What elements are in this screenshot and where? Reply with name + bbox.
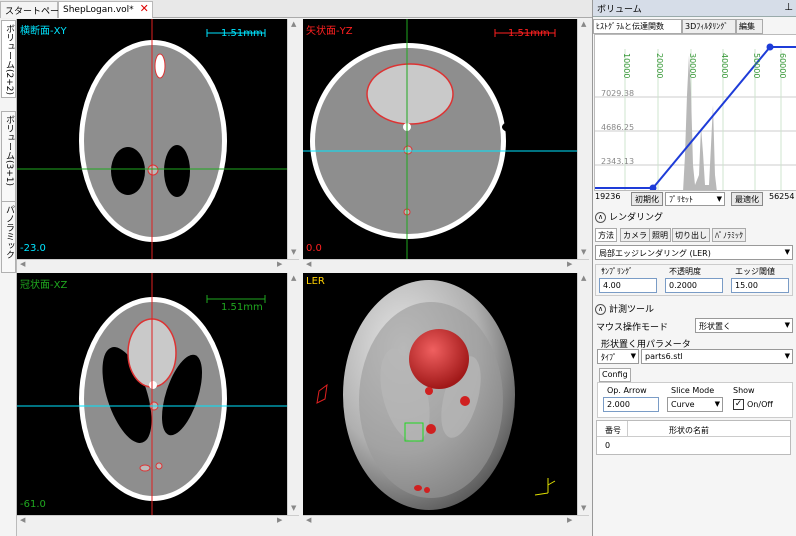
viewport-area: 横断面-XY 1.51mm -23.0 ▲ ▼ 矢状面-YZ 1.51mm 0.… (17, 19, 592, 530)
chevron-down-icon: ▼ (716, 195, 722, 203)
init-button[interactable]: 初期化 (631, 192, 663, 206)
render-3d-view[interactable]: LER (303, 273, 577, 515)
tab-edit[interactable]: 編集 (736, 19, 763, 34)
opacity-label: 不透明度 (669, 267, 701, 276)
histogram-max: 56254 (769, 192, 795, 201)
show-label: Show (733, 386, 755, 395)
column-divider (627, 421, 628, 436)
coronal-vscroll[interactable]: ▲ ▼ (287, 273, 299, 515)
y-tick: 7029.38 (601, 89, 635, 98)
tab-start-page[interactable]: スタートページ (0, 1, 68, 18)
type-select[interactable]: ﾀｲﾌﾟ ▼ (597, 349, 639, 364)
chevron-down-icon: ▼ (784, 352, 790, 360)
edge-threshold-input[interactable]: 15.00 (731, 278, 789, 293)
collapse-icon[interactable]: ∧ (595, 304, 606, 315)
optimize-button[interactable]: 最適化 (731, 192, 763, 206)
render-vscroll[interactable]: ▲ ▼ (577, 273, 589, 515)
column-header-number: 番号 (605, 426, 621, 435)
x-tick: 30000 (688, 53, 697, 79)
op-arrow-label: Op. Arrow (607, 386, 647, 395)
view-title: 冠状面-XZ (20, 280, 68, 291)
header-divider (597, 436, 790, 437)
x-tick: 20000 (655, 53, 664, 79)
tab-camera[interactable]: カメラ (620, 228, 650, 242)
table-row[interactable]: 0 (605, 441, 610, 450)
tab-histogram[interactable]: ﾋｽﾄｸﾞﾗﾑと伝達関数 (593, 19, 682, 34)
x-tick: 50000 (752, 53, 761, 79)
document-tab-bar: スタートページ ShepLogan.vol* ✕ (0, 0, 592, 18)
tab-crop[interactable]: 切り出し (672, 228, 710, 242)
chevron-down-icon: ▼ (784, 248, 790, 256)
shape-list-table[interactable]: 番号 形状の名前 0 (596, 420, 791, 455)
pin-icon[interactable]: ⊥ (784, 2, 793, 13)
chevron-down-icon: ▼ (784, 321, 790, 329)
tab-panoramic[interactable]: ﾊﾟﾉﾗﾐｯｸ (712, 228, 746, 242)
rendering-section-header[interactable]: ∧ レンダリング (595, 210, 663, 224)
collapse-icon[interactable]: ∧ (595, 212, 606, 223)
tab-3d-filtering[interactable]: 3Dﾌｨﾙﾀﾘﾝｸﾞ (682, 19, 736, 34)
sagittal-phantom (303, 19, 577, 259)
panel-title: ボリューム (597, 5, 642, 15)
sagittal-vscroll[interactable]: ▲ ▼ (577, 19, 589, 259)
histogram-min: 19236 (595, 192, 621, 201)
tab-lighting[interactable]: 照明 (649, 228, 671, 242)
shape-file-select[interactable]: parts6.stl ▼ (641, 349, 793, 364)
view-title: LER (306, 276, 325, 287)
mouse-mode-label: マウス操作モード (596, 323, 669, 333)
app-window: スタートページ ShepLogan.vol* ✕ ボリューム(2+2) ボリューム… (0, 0, 796, 536)
x-tick: 10000 (622, 53, 631, 79)
edge-threshold-label: エッジ閾値 (735, 267, 775, 276)
histogram-transfer-function[interactable]: 10000 20000 30000 40000 50000 60000 7029… (594, 34, 796, 191)
show-checkbox[interactable]: ✓ (733, 399, 744, 410)
render-hscroll[interactable]: ◀ ▶ (303, 515, 589, 525)
preset-select[interactable]: ﾌﾟﾘｾｯﾄ ▼ (665, 192, 725, 206)
show-toggle-label: On/Off (747, 400, 773, 409)
scale-label: 1.51mm (221, 28, 263, 39)
slice-position: 0.0 (306, 243, 322, 254)
x-tick: 60000 (778, 53, 787, 79)
slice-position: -23.0 (20, 243, 46, 254)
coronal-hscroll[interactable]: ◀ ▶ (17, 515, 299, 525)
column-header-shape-name: 形状の名前 (669, 426, 709, 435)
coronal-view[interactable]: 冠状面-XZ 1.51mm -61.0 (17, 273, 287, 515)
panel-title-bar: ボリューム ⊥ (593, 0, 796, 17)
render-method-select[interactable]: 局部エッジレンダリング (LER) ▼ (595, 245, 793, 260)
axial-view[interactable]: 横断面-XY 1.51mm -23.0 (17, 19, 287, 259)
view-title: 横断面-XY (20, 26, 67, 37)
y-tick: 2343.13 (601, 157, 635, 166)
scale-label: 1.51mm (508, 28, 550, 39)
op-arrow-input[interactable]: 2.000 (603, 397, 659, 412)
tab-method[interactable]: 方法 (595, 228, 617, 242)
sidebar-item-volume-3-1[interactable]: ボリューム(3+1) (1, 111, 16, 209)
slice-mode-label: Slice Mode (671, 386, 715, 395)
chevron-down-icon: ▼ (630, 352, 636, 360)
view-layout-sidebar: ボリューム(2+2) ボリューム(3+1) パノラミック (0, 19, 17, 536)
sidebar-item-panoramic[interactable]: パノラミック (1, 201, 16, 273)
scale-label: 1.51mm (221, 302, 263, 313)
axial-vscroll[interactable]: ▲ ▼ (287, 19, 299, 259)
tab-sheplogan[interactable]: ShepLogan.vol* ✕ (58, 1, 153, 18)
volume-panel: ボリューム ⊥ ﾋｽﾄｸﾞﾗﾑと伝達関数 3Dﾌｨﾙﾀﾘﾝｸﾞ 編集 10000… (592, 0, 796, 536)
y-tick: 4686.25 (601, 123, 635, 132)
slice-mode-select[interactable]: Curve ▼ (667, 397, 723, 412)
view-title: 矢状面-YZ (306, 26, 353, 37)
sidebar-item-volume-2-2[interactable]: ボリューム(2+2) (1, 20, 16, 98)
chevron-down-icon: ▼ (714, 400, 720, 408)
tab-config[interactable]: Config (599, 368, 631, 382)
x-tick: 40000 (720, 53, 729, 79)
sampling-label: ｻﾝﾌﾟﾘﾝｸﾞ (601, 267, 633, 276)
sampling-input[interactable]: 4.00 (599, 278, 657, 293)
slice-position: -61.0 (20, 499, 46, 510)
sagittal-view[interactable]: 矢状面-YZ 1.51mm 0.0 (303, 19, 577, 259)
close-icon[interactable]: ✕ (140, 2, 149, 15)
axial-phantom (17, 19, 287, 259)
sagittal-hscroll[interactable]: ◀ ▶ (303, 259, 589, 269)
render-3d-volume (316, 280, 556, 510)
measure-section-header[interactable]: ∧ 計測ツール (595, 302, 654, 316)
axial-hscroll[interactable]: ◀ ▶ (17, 259, 299, 269)
panel-tabs: ﾋｽﾄｸﾞﾗﾑと伝達関数 3Dﾌｨﾙﾀﾘﾝｸﾞ 編集 (593, 19, 796, 34)
opacity-input[interactable]: 0.2000 (665, 278, 723, 293)
mouse-mode-select[interactable]: 形状置く ▼ (695, 318, 793, 333)
